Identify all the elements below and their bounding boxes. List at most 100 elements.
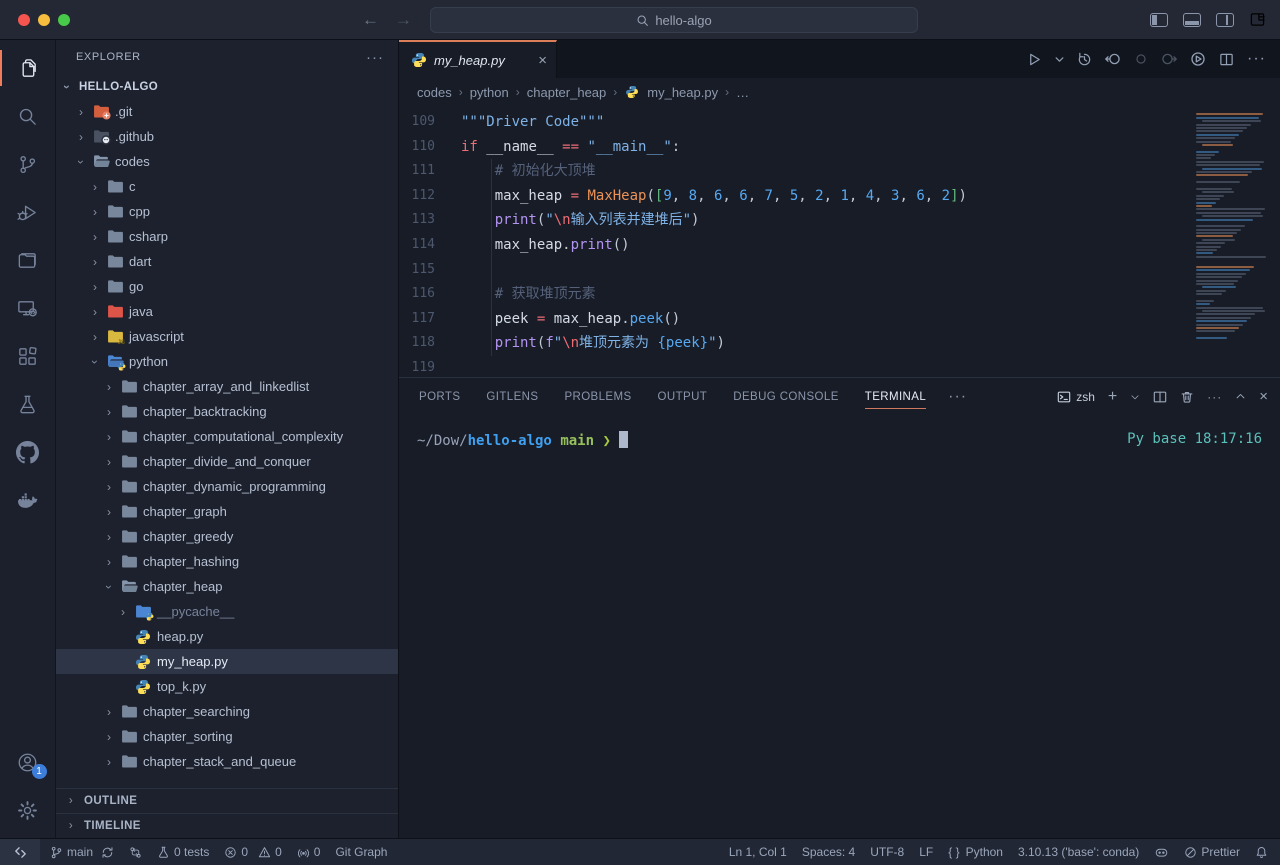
tree-item-HELLO-ALGO[interactable]: ›HELLO-ALGO: [56, 74, 398, 99]
language-mode[interactable]: { }Python: [948, 845, 1003, 859]
outline-section[interactable]: › OUTLINE: [56, 788, 398, 813]
python-interpreter[interactable]: 3.10.13 ('base': conda): [1018, 845, 1139, 859]
cursor-position[interactable]: Ln 1, Col 1: [729, 845, 787, 859]
tree-item-cpp[interactable]: ›cpp: [56, 199, 398, 224]
tree-item-chapter_array_and_linkedlist[interactable]: ›chapter_array_and_linkedlist: [56, 374, 398, 399]
breadcrumb-item[interactable]: my_heap.py: [647, 85, 718, 100]
minimize-window-button[interactable]: [38, 14, 50, 26]
notifications[interactable]: [1255, 846, 1268, 859]
run-interactive-icon[interactable]: [1190, 51, 1206, 67]
navigate-circle-icon[interactable]: [1134, 52, 1148, 66]
copilot-status[interactable]: [1154, 846, 1169, 859]
toggle-panel-icon[interactable]: [1183, 13, 1201, 27]
tree-item-csharp[interactable]: ›csharp: [56, 224, 398, 249]
code-line-114[interactable]: 114 max_heap.print(): [399, 233, 1280, 258]
tree-item-chapter_computational_complexity[interactable]: ›chapter_computational_complexity: [56, 424, 398, 449]
code-line-118[interactable]: 118 print(f"\n堆顶元素为 {peek}"): [399, 331, 1280, 356]
tree-item-javascript[interactable]: ›JSjavascript: [56, 324, 398, 349]
panel-more-tabs-icon[interactable]: ···: [948, 388, 967, 406]
activitybar-explorer-icon[interactable]: [0, 44, 56, 92]
zoom-window-button[interactable]: [58, 14, 70, 26]
close-tab-icon[interactable]: ×: [538, 52, 547, 69]
terminal-profile[interactable]: zsh: [1057, 390, 1095, 404]
tree-item-chapter_greedy[interactable]: ›chapter_greedy: [56, 524, 398, 549]
breadcrumb-item[interactable]: python: [470, 85, 509, 100]
activitybar-source-control-icon[interactable]: [0, 140, 56, 188]
code-line-117[interactable]: 117 peek = max_heap.peek(): [399, 307, 1280, 332]
activitybar-remote-explorer-icon[interactable]: [0, 284, 56, 332]
activitybar-accounts-icon[interactable]: 1: [0, 738, 56, 786]
breadcrumb-item[interactable]: …: [736, 85, 749, 100]
tree-item-__pycache__[interactable]: ›__pycache__: [56, 599, 398, 624]
activitybar-file-browser-icon[interactable]: [0, 236, 56, 284]
toggle-sidebar-icon[interactable]: [1150, 13, 1168, 27]
activitybar-run-debug-icon[interactable]: [0, 188, 56, 236]
customize-layout-icon[interactable]: [1249, 12, 1266, 27]
minimap[interactable]: [1194, 110, 1272, 341]
panel-tab-debug-console[interactable]: DEBUG CONSOLE: [733, 378, 839, 415]
panel-tab-gitlens[interactable]: GITLENS: [486, 378, 538, 415]
tree-item-python[interactable]: ›python: [56, 349, 398, 374]
toggle-secondary-sidebar-icon[interactable]: [1216, 13, 1234, 27]
split-editor-icon[interactable]: [1219, 52, 1234, 67]
run-python-file-icon[interactable]: [1027, 52, 1042, 67]
tree-item-chapter_sorting[interactable]: ›chapter_sorting: [56, 724, 398, 749]
code-line-110[interactable]: 110if __name__ == "__main__":: [399, 135, 1280, 160]
navigate-back-circle-icon[interactable]: [1105, 51, 1121, 67]
activitybar-docker-icon[interactable]: [0, 476, 56, 524]
prettier-status[interactable]: Prettier: [1184, 845, 1240, 859]
problems-status[interactable]: 00: [224, 845, 281, 859]
tree-item-chapter_hashing[interactable]: ›chapter_hashing: [56, 549, 398, 574]
navigate-forward-icon[interactable]: →: [395, 10, 412, 30]
tree-item-top_k.py[interactable]: top_k.py: [56, 674, 398, 699]
tree-item-chapter_searching[interactable]: ›chapter_searching: [56, 699, 398, 724]
tab-my-heap-py[interactable]: my_heap.py ×: [399, 40, 557, 78]
command-center-search[interactable]: hello-algo: [430, 7, 918, 33]
gitlens-compare[interactable]: [129, 846, 142, 859]
ports-status[interactable]: 0: [297, 845, 321, 859]
view-history-icon[interactable]: [1077, 52, 1092, 67]
code-line-116[interactable]: 116 # 获取堆顶元素: [399, 282, 1280, 307]
code-line-115[interactable]: 115: [399, 258, 1280, 283]
close-panel-icon[interactable]: ×: [1259, 388, 1268, 405]
editor-more-actions-icon[interactable]: ···: [1247, 50, 1266, 68]
navigate-back-icon[interactable]: ←: [362, 10, 379, 30]
activitybar-extensions-icon[interactable]: [0, 332, 56, 380]
tree-item-go[interactable]: ›go: [56, 274, 398, 299]
new-terminal-icon[interactable]: +: [1108, 388, 1117, 406]
encoding[interactable]: UTF-8: [870, 845, 904, 859]
panel-more-actions-icon[interactable]: ···: [1207, 390, 1222, 404]
tree-item-chapter_backtracking[interactable]: ›chapter_backtracking: [56, 399, 398, 424]
explorer-more-actions-icon[interactable]: ···: [366, 49, 384, 66]
tree-item-.github[interactable]: ›.github: [56, 124, 398, 149]
code-line-113[interactable]: 113 print("\n输入列表并建堆后"): [399, 208, 1280, 233]
code-editor[interactable]: 109"""Driver Code"""110if __name__ == "_…: [399, 106, 1280, 377]
tree-item-chapter_graph[interactable]: ›chapter_graph: [56, 499, 398, 524]
timeline-section[interactable]: › TIMELINE: [56, 813, 398, 838]
breadcrumb-item[interactable]: codes: [417, 85, 452, 100]
git-branch-status[interactable]: main: [50, 845, 114, 859]
activitybar-testing-icon[interactable]: [0, 380, 56, 428]
tree-item-my_heap.py[interactable]: my_heap.py: [56, 649, 398, 674]
terminal-dropdown-icon[interactable]: [1130, 392, 1140, 402]
tree-item-java[interactable]: ›java: [56, 299, 398, 324]
git-graph[interactable]: Git Graph: [335, 845, 387, 859]
tree-item-codes[interactable]: ›codes: [56, 149, 398, 174]
code-line-109[interactable]: 109"""Driver Code""": [399, 110, 1280, 135]
panel-tab-problems[interactable]: PROBLEMS: [564, 378, 631, 415]
remote-indicator[interactable]: [0, 839, 40, 865]
indentation[interactable]: Spaces: 4: [802, 845, 855, 859]
code-line-119[interactable]: 119: [399, 356, 1280, 377]
tree-item-heap.py[interactable]: heap.py: [56, 624, 398, 649]
split-terminal-icon[interactable]: [1153, 390, 1167, 404]
activitybar-github-icon[interactable]: [0, 428, 56, 476]
terminal-content[interactable]: ~/Dow/hello-algo main ❯ Py base 18:17:16: [399, 415, 1280, 838]
close-window-button[interactable]: [18, 14, 30, 26]
breadcrumb-item[interactable]: chapter_heap: [527, 85, 607, 100]
run-dropdown-icon[interactable]: [1055, 55, 1064, 64]
eol-sequence[interactable]: LF: [919, 845, 933, 859]
activitybar-settings-icon[interactable]: [0, 786, 56, 834]
tree-item-chapter_dynamic_programming[interactable]: ›chapter_dynamic_programming: [56, 474, 398, 499]
kill-terminal-icon[interactable]: [1180, 390, 1194, 404]
code-line-111[interactable]: 111 # 初始化大顶堆: [399, 159, 1280, 184]
